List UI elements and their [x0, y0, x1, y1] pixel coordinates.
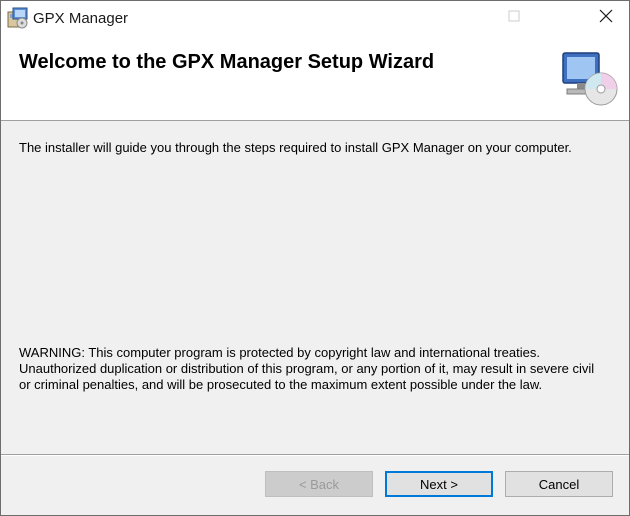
intro-text: The installer will guide you through the… — [19, 140, 572, 155]
next-button[interactable]: Next > — [385, 471, 493, 497]
title-bar[interactable]: GPX Manager — [1, 1, 629, 35]
installer-app-icon — [7, 7, 29, 29]
computer-cd-icon — [557, 49, 619, 107]
cancel-button[interactable]: Cancel — [505, 471, 613, 497]
close-button[interactable] — [583, 1, 629, 35]
maximize-icon — [508, 9, 520, 27]
minimize-button[interactable] — [445, 1, 491, 35]
window-title: GPX Manager — [33, 10, 129, 27]
page-title: Welcome to the GPX Manager Setup Wizard — [19, 51, 435, 73]
minimize-icon — [462, 9, 474, 27]
setup-wizard-window: GPX Manager Welcome to the GPX Manager S… — [0, 0, 630, 516]
maximize-button — [491, 1, 537, 35]
back-button: < Back — [265, 471, 373, 497]
button-separator — [1, 454, 629, 456]
copyright-warning: WARNING: This computer program is protec… — [19, 345, 595, 392]
close-icon — [599, 9, 613, 28]
wizard-header: Welcome to the GPX Manager Setup Wizard — [1, 35, 629, 121]
